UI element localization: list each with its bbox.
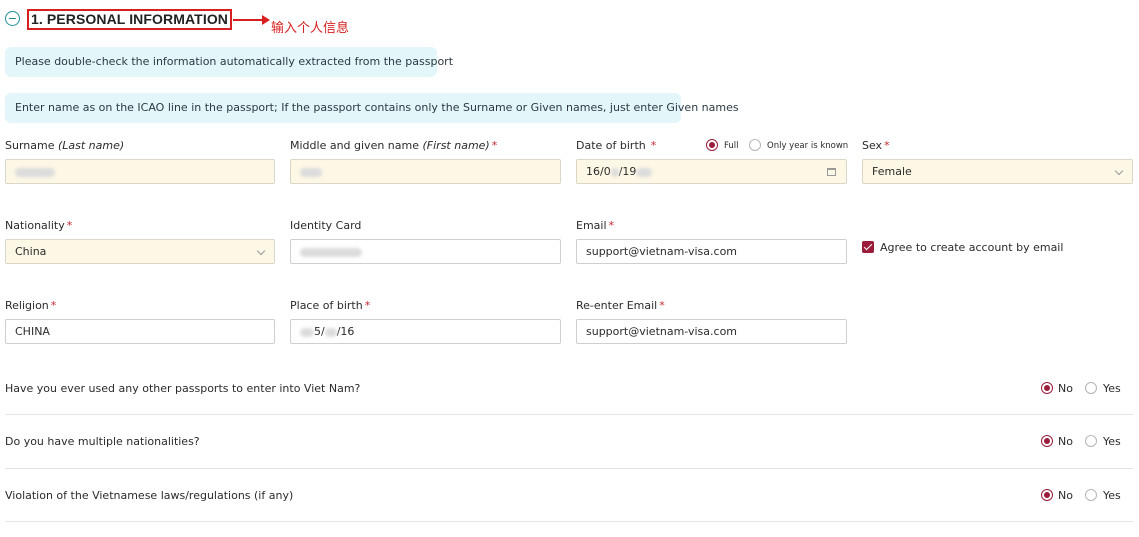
- redacted-value: [636, 167, 653, 177]
- dob-full-label: Full: [724, 141, 739, 151]
- other-passports-yes-label: Yes: [1103, 382, 1121, 395]
- multiple-nationalities-yes-radio[interactable]: [1085, 435, 1097, 447]
- religion-input[interactable]: CHINA: [5, 319, 275, 344]
- dob-year-only-radio[interactable]: [749, 139, 761, 151]
- annotation-arrow-line: [233, 19, 263, 21]
- question-law-violation: Violation of the Vietnamese laws/regulat…: [5, 489, 294, 502]
- annotation-arrow-icon: [262, 15, 270, 25]
- divider: [5, 521, 1133, 522]
- multiple-nationalities-no-label: No: [1058, 435, 1073, 448]
- reenter-email-input[interactable]: support@vietnam-visa.com: [576, 319, 847, 344]
- law-violation-no-radio[interactable]: [1041, 489, 1053, 501]
- nationality-label: Nationality *: [5, 219, 73, 232]
- identity-card-input[interactable]: [290, 239, 561, 264]
- multiple-nationalities-yes-label: Yes: [1103, 435, 1121, 448]
- surname-input[interactable]: [5, 159, 275, 184]
- chevron-down-icon: [1114, 166, 1124, 176]
- notice-double-check: Please double-check the information auto…: [5, 47, 453, 77]
- religion-label: Religion *: [5, 299, 57, 312]
- email-label: Email *: [576, 219, 615, 232]
- agree-checkbox[interactable]: [862, 241, 874, 253]
- place-of-birth-input[interactable]: 5//16: [290, 319, 561, 344]
- annotation-text: 输入个人信息: [271, 21, 350, 36]
- divider: [5, 468, 1133, 469]
- law-violation-yes-label: Yes: [1103, 489, 1121, 502]
- section-title: 1. PERSONAL INFORMATION: [31, 11, 229, 27]
- calendar-icon[interactable]: [827, 168, 836, 176]
- collapse-minus-icon[interactable]: [5, 11, 20, 26]
- law-violation-no-label: No: [1058, 489, 1073, 502]
- nationality-select[interactable]: China: [5, 239, 275, 264]
- other-passports-no-radio[interactable]: [1041, 382, 1053, 394]
- dob-label: Date of birth *: [576, 139, 657, 152]
- question-other-passports: Have you ever used any other passports t…: [5, 382, 361, 395]
- redacted-value: [610, 167, 619, 177]
- sex-select[interactable]: Female: [862, 159, 1133, 184]
- surname-label: Surname (Last name): [5, 139, 125, 152]
- given-name-input[interactable]: [290, 159, 561, 184]
- email-input[interactable]: support@vietnam-visa.com: [576, 239, 847, 264]
- other-passports-no-label: No: [1058, 382, 1073, 395]
- redacted-value: [15, 167, 55, 177]
- redacted-value: [300, 167, 322, 177]
- redacted-value: [300, 327, 314, 337]
- dob-input[interactable]: 16/0/19: [576, 159, 847, 184]
- chevron-down-icon: [256, 246, 266, 256]
- redacted-value: [300, 247, 362, 257]
- redacted-value: [324, 327, 337, 337]
- multiple-nationalities-no-radio[interactable]: [1041, 435, 1053, 447]
- dob-full-radio[interactable]: [706, 139, 718, 151]
- other-passports-yes-radio[interactable]: [1085, 382, 1097, 394]
- agree-label: Agree to create account by email: [880, 241, 1064, 254]
- given-name-label: Middle and given name (First name) *: [290, 139, 498, 152]
- divider: [5, 414, 1133, 415]
- question-multiple-nationalities: Do you have multiple nationalities?: [5, 435, 200, 448]
- identity-card-label: Identity Card: [290, 219, 362, 232]
- place-of-birth-label: Place of birth *: [290, 299, 371, 312]
- notice-icao-name: Enter name as on the ICAO line in the pa…: [5, 93, 739, 123]
- reenter-email-label: Re-enter Email *: [576, 299, 665, 312]
- law-violation-yes-radio[interactable]: [1085, 489, 1097, 501]
- dob-year-only-label: Only year is known: [767, 141, 849, 151]
- sex-label: Sex *: [862, 139, 890, 152]
